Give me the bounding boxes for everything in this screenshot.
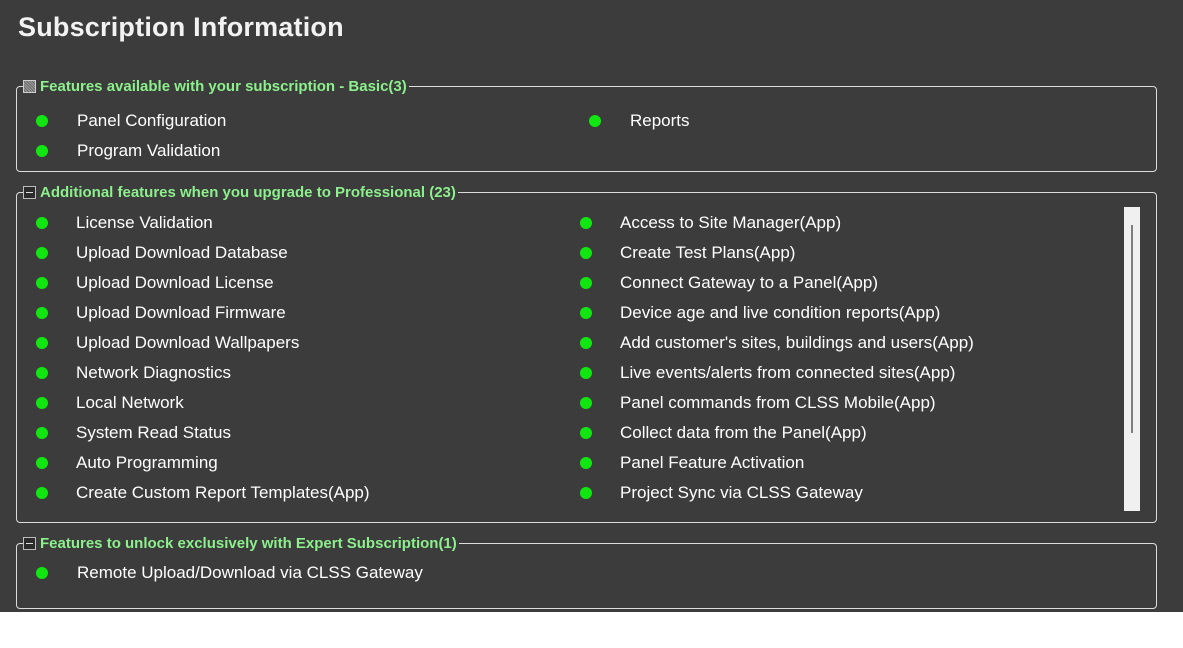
status-dot-icon: [36, 397, 48, 409]
list-item: Remote Upload/Download via CLSS Gateway: [36, 561, 423, 585]
status-dot-icon: [36, 457, 48, 469]
basic-group-header[interactable]: Features available with your subscriptio…: [23, 76, 409, 96]
status-dot-icon: [36, 115, 48, 127]
feature-label: Panel Feature Activation: [620, 453, 805, 472]
list-item: Project Sync via CLSS Gateway: [580, 481, 863, 505]
feature-label: Upload Download License: [76, 273, 274, 292]
subscription-window: Subscription Information Features availa…: [0, 0, 1183, 612]
list-item: Panel commands from CLSS Mobile(App): [580, 391, 936, 415]
list-item: Create Custom Report Templates(App): [36, 481, 370, 505]
list-item: Upload Download Wallpapers: [36, 331, 299, 355]
status-dot-icon: [36, 217, 48, 229]
status-dot-icon: [36, 307, 48, 319]
feature-label: Local Network: [76, 393, 184, 412]
list-item: Access to Site Manager(App): [580, 211, 841, 235]
list-item: Auto Programming: [36, 451, 218, 475]
professional-group-header[interactable]: Additional features when you upgrade to …: [23, 182, 458, 202]
list-item: Live events/alerts from connected sites(…: [580, 361, 955, 385]
status-dot-icon: [36, 427, 48, 439]
feature-label: License Validation: [76, 213, 213, 232]
list-item: Connect Gateway to a Panel(App): [580, 271, 878, 295]
list-item: Network Diagnostics: [36, 361, 231, 385]
scrollbar-thumb[interactable]: [1131, 225, 1133, 433]
status-dot-icon: [589, 115, 601, 127]
expert-features-group: Features to unlock exclusively with Expe…: [16, 533, 1157, 609]
list-item: License Validation: [36, 211, 213, 235]
feature-label: Panel commands from CLSS Mobile(App): [620, 393, 936, 412]
list-item: Add customer's sites, buildings and user…: [580, 331, 974, 355]
status-dot-icon: [580, 487, 592, 499]
collapse-toggle-icon[interactable]: [23, 185, 36, 199]
feature-label: Auto Programming: [76, 453, 218, 472]
status-dot-icon: [36, 487, 48, 499]
expert-group-header[interactable]: Features to unlock exclusively with Expe…: [23, 533, 459, 553]
status-dot-icon: [580, 307, 592, 319]
page-title: Subscription Information: [18, 12, 344, 42]
list-item: Collect data from the Panel(App): [580, 421, 867, 445]
list-item: Panel Feature Activation: [580, 451, 804, 475]
feature-label: Reports: [630, 111, 690, 130]
feature-label: Network Diagnostics: [76, 363, 231, 382]
vertical-scrollbar[interactable]: [1124, 207, 1140, 511]
collapse-toggle-icon[interactable]: [23, 536, 36, 550]
professional-features-group: Additional features when you upgrade to …: [16, 182, 1157, 523]
list-item: Upload Download Firmware: [36, 301, 286, 325]
feature-label: Create Test Plans(App): [620, 243, 796, 262]
list-item: Create Test Plans(App): [580, 241, 795, 265]
feature-label: Connect Gateway to a Panel(App): [620, 273, 878, 292]
status-dot-icon: [36, 567, 48, 579]
list-item: Upload Download License: [36, 271, 274, 295]
feature-label: Device age and live condition reports(Ap…: [620, 303, 941, 322]
expert-group-title: Features to unlock exclusively with Expe…: [40, 534, 457, 552]
feature-label: Panel Configuration: [77, 111, 227, 130]
status-dot-icon: [580, 277, 592, 289]
status-dot-icon: [36, 145, 48, 157]
feature-label: System Read Status: [76, 423, 231, 442]
feature-label: Collect data from the Panel(App): [620, 423, 867, 442]
list-item: Program Validation: [36, 139, 220, 163]
list-item: Panel Configuration: [36, 109, 226, 133]
feature-label: Remote Upload/Download via CLSS Gateway: [77, 563, 423, 582]
status-dot-icon: [580, 337, 592, 349]
list-item: System Read Status: [36, 421, 231, 445]
feature-label: Access to Site Manager(App): [620, 213, 842, 232]
list-item: Device age and live condition reports(Ap…: [580, 301, 940, 325]
status-dot-icon: [36, 367, 48, 379]
status-dot-icon: [580, 427, 592, 439]
feature-label: Add customer's sites, buildings and user…: [620, 333, 974, 352]
status-dot-icon: [580, 247, 592, 259]
feature-label: Upload Download Wallpapers: [76, 333, 300, 352]
list-item: Local Network: [36, 391, 184, 415]
status-dot-icon: [580, 217, 592, 229]
feature-label: Live events/alerts from connected sites(…: [620, 363, 956, 382]
basic-group-title: Features available with your subscriptio…: [40, 77, 407, 95]
expand-toggle-icon[interactable]: [23, 79, 36, 93]
feature-label: Create Custom Report Templates(App): [76, 483, 370, 502]
feature-label: Upload Download Firmware: [76, 303, 286, 322]
list-item: Reports: [589, 109, 690, 133]
feature-label: Project Sync via CLSS Gateway: [620, 483, 863, 502]
status-dot-icon: [580, 457, 592, 469]
feature-label: Upload Download Database: [76, 243, 288, 262]
list-item: Upload Download Database: [36, 241, 288, 265]
status-dot-icon: [36, 277, 48, 289]
professional-group-title: Additional features when you upgrade to …: [40, 183, 456, 201]
basic-features-group: Features available with your subscriptio…: [16, 76, 1157, 172]
status-dot-icon: [580, 397, 592, 409]
status-dot-icon: [36, 247, 48, 259]
feature-label: Program Validation: [77, 141, 221, 160]
status-dot-icon: [580, 367, 592, 379]
status-dot-icon: [36, 337, 48, 349]
